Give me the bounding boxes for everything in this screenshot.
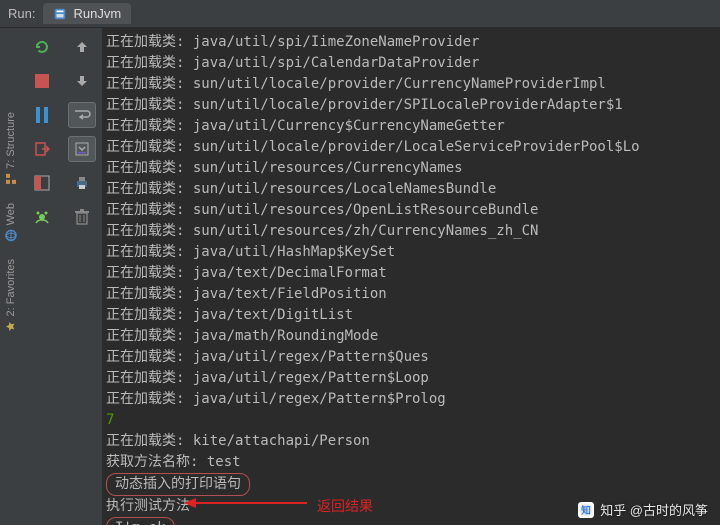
watermark-text: 知乎 @古时的风筝 xyxy=(600,500,708,519)
method-name: test xyxy=(207,454,241,470)
left-tool-tabs: 7: Structure Web 2: Favorites xyxy=(0,28,22,525)
console-line: 正在加载类: sun/util/resources/LocaleNamesBun… xyxy=(106,179,720,200)
console-line: 正在加载类: java/math/RoundingMode xyxy=(106,326,720,347)
console-line: 正在加载类: java/util/Currency$CurrencyNameGe… xyxy=(106,116,720,137)
svg-text:知: 知 xyxy=(581,504,591,517)
exit-button[interactable] xyxy=(28,136,56,162)
layout-button[interactable] xyxy=(28,170,56,196)
run-toolbar-col1 xyxy=(22,28,62,525)
console-line: 正在加载类: sun/util/resources/zh/CurrencyNam… xyxy=(106,221,720,242)
console-line: 正在加载类: sun/util/resources/CurrencyNames xyxy=(106,158,720,179)
console-line: 正在加载类: java/util/spi/IimeZoneNameProvide… xyxy=(106,32,720,53)
app-icon xyxy=(53,7,67,21)
structure-label: 7: Structure xyxy=(5,112,17,169)
result-annotation: 返回结果 xyxy=(317,496,373,517)
stop-button[interactable] xyxy=(28,68,56,94)
annotation-arrow xyxy=(182,493,312,513)
run-toolbar-col2 xyxy=(62,28,102,525)
console-line: 正在加载类: java/util/HashMap$KeySet xyxy=(106,242,720,263)
console-line: 正在加载类: java/util/spi/CalendarDataProvide… xyxy=(106,53,720,74)
console-line: 正在加载类: java/util/regex/Pattern$Prolog xyxy=(106,389,720,410)
favorites-label: 2: Favorites xyxy=(5,259,17,316)
run-tab-bar: Run: RunJvm xyxy=(0,0,720,28)
sat-button[interactable] xyxy=(28,204,56,230)
load-prefix: 正在加载类: xyxy=(106,433,193,449)
console-line: 正在加载类: java/util/regex/Pattern$Loop xyxy=(106,368,720,389)
rerun-button[interactable] xyxy=(28,34,56,60)
down-button[interactable] xyxy=(68,68,96,94)
soft-wrap-button[interactable] xyxy=(68,102,96,128)
console-line: 正在加载类: sun/util/resources/OpenListResour… xyxy=(106,200,720,221)
extra-load: kite/attachapi/Person xyxy=(193,433,370,449)
clear-button[interactable] xyxy=(68,204,96,230)
method-label: 获取方法名称: xyxy=(106,454,207,470)
console-line: 正在加载类: java/text/DigitList xyxy=(106,305,720,326)
console-line: 正在加载类: java/util/regex/Pattern$Ques xyxy=(106,347,720,368)
structure-tab[interactable]: 7: Structure xyxy=(5,112,17,185)
console-line: 正在加载类: java/text/FieldPosition xyxy=(106,284,720,305)
web-label: Web xyxy=(5,203,17,225)
cursor-line: 7 xyxy=(106,410,720,431)
run-config-tab[interactable]: RunJvm xyxy=(43,3,131,24)
zhihu-icon: 知 xyxy=(578,502,594,518)
zhihu-watermark: 知 知乎 @古时的风筝 xyxy=(578,500,708,519)
im-ok-box: I'm ok xyxy=(106,517,175,525)
console-line: 正在加载类: java/text/DecimalFormat xyxy=(106,263,720,284)
console-line: 正在加载类: sun/util/locale/provider/Currency… xyxy=(106,74,720,95)
up-button[interactable] xyxy=(68,34,96,60)
console-line: 正在加载类: sun/util/locale/provider/SPILocal… xyxy=(106,95,720,116)
console-output[interactable]: 正在加载类: java/util/spi/IimeZoneNameProvide… xyxy=(102,28,720,525)
console-line: 正在加载类: sun/util/locale/provider/LocaleSe… xyxy=(106,137,720,158)
run-label: Run: xyxy=(8,6,35,21)
pause-button[interactable] xyxy=(28,102,56,128)
web-tab[interactable]: Web xyxy=(5,203,17,241)
favorites-tab[interactable]: 2: Favorites xyxy=(5,259,17,332)
print-button[interactable] xyxy=(68,170,96,196)
tab-label: RunJvm xyxy=(73,6,121,21)
scroll-to-end-button[interactable] xyxy=(68,136,96,162)
